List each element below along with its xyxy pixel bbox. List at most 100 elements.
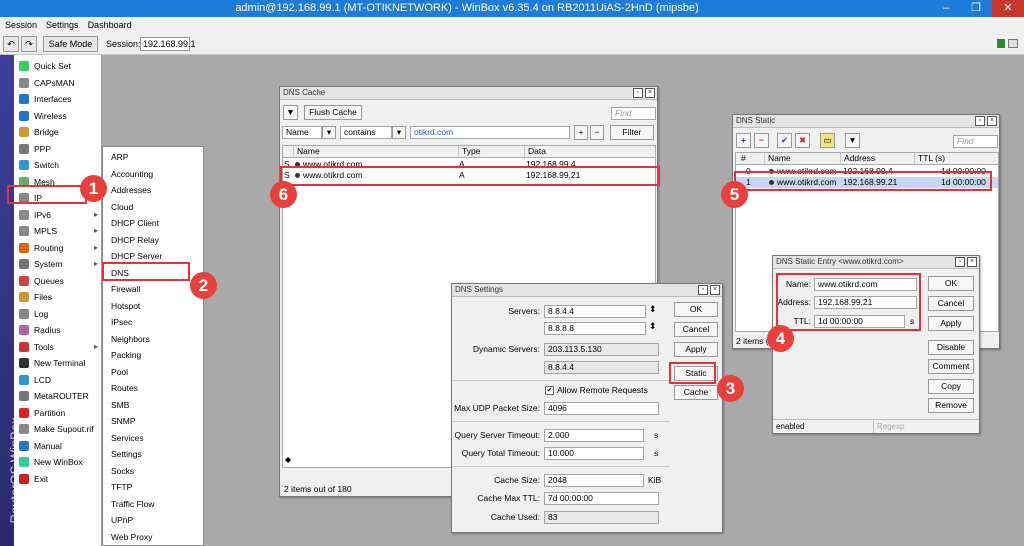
sidebar-item-switch[interactable]: Switch xyxy=(16,157,100,173)
submenu-item-socks[interactable]: Socks xyxy=(103,463,203,479)
submenu-item-settings[interactable]: Settings xyxy=(103,446,203,462)
cache-size-input[interactable]: 2048 xyxy=(544,474,644,487)
maximize-icon[interactable]: ❐ xyxy=(962,0,990,17)
disable-icon[interactable]: ✖ xyxy=(795,133,810,148)
submenu-item-smb[interactable]: SMB xyxy=(103,397,203,413)
sidebar-item-routing[interactable]: Routing ▸ xyxy=(16,240,100,256)
sidebar-item-exit[interactable]: Exit xyxy=(16,471,100,487)
flush-cache-button[interactable]: Flush Cache xyxy=(304,105,362,120)
close-icon[interactable]: ✕ xyxy=(992,0,1024,17)
comment-icon[interactable]: ▭ xyxy=(820,133,835,148)
add-filter-icon[interactable]: + xyxy=(574,125,588,140)
submenu-item-ipsec[interactable]: IPsec xyxy=(103,314,203,330)
sidebar-item-ppp[interactable]: PPP xyxy=(16,141,100,157)
udp-size-input[interactable]: 4096 xyxy=(544,402,659,415)
close-icon[interactable]: × xyxy=(645,88,655,98)
col-name[interactable]: Name xyxy=(293,146,458,157)
sidebar-item-mpls[interactable]: MPLS ▸ xyxy=(16,223,100,239)
allow-remote-checkbox[interactable]: ✔ xyxy=(545,386,554,395)
sidebar-item-files[interactable]: Files xyxy=(16,289,100,305)
submenu-item-accounting[interactable]: Accounting xyxy=(103,166,203,182)
sidebar-item-radius[interactable]: Radius xyxy=(16,322,100,338)
session-field[interactable]: 192.168.99.1 xyxy=(140,37,196,51)
enable-icon[interactable]: ✔ xyxy=(777,133,792,148)
submenu-item-addresses[interactable]: Addresses xyxy=(103,182,203,198)
sidebar-item-bridge[interactable]: Bridge xyxy=(16,124,100,140)
col-data[interactable]: Data xyxy=(524,146,654,157)
col-type[interactable]: Type xyxy=(458,146,524,157)
undo-icon[interactable]: ↶ xyxy=(3,36,19,52)
close-icon[interactable]: × xyxy=(710,285,720,295)
sidebar-item-tools[interactable]: Tools ▸ xyxy=(16,339,100,355)
sidebar-item-log[interactable]: Log xyxy=(16,306,100,322)
sidebar-item-ipv6[interactable]: IPv6 ▸ xyxy=(16,207,100,223)
col-ttl[interactable]: TTL (s) xyxy=(914,153,998,164)
filter-icon[interactable]: ▼ xyxy=(283,105,298,120)
restore-icon[interactable]: ▫ xyxy=(975,116,985,126)
submenu-item-packing[interactable]: Packing xyxy=(103,347,203,363)
remove-button[interactable]: Remove xyxy=(928,398,974,413)
cache-max-ttl-input[interactable]: 7d 00:00:00 xyxy=(544,492,659,505)
submenu-item-pool[interactable]: Pool xyxy=(103,364,203,380)
submenu-item-traffic-flow[interactable]: Traffic Flow xyxy=(103,496,203,512)
remove-icon[interactable]: − xyxy=(754,133,769,148)
submenu-item-snmp[interactable]: SNMP xyxy=(103,413,203,429)
cancel-button[interactable]: Cancel xyxy=(928,296,974,311)
submenu-item-hotspot[interactable]: Hotspot xyxy=(103,298,203,314)
ok-button[interactable]: OK xyxy=(928,276,974,291)
filter-operator-select[interactable]: contains xyxy=(340,126,392,139)
add-icon[interactable]: + xyxy=(736,133,751,148)
redo-icon[interactable]: ↷ xyxy=(21,36,37,52)
close-icon[interactable]: × xyxy=(967,257,977,267)
sidebar-item-queues[interactable]: Queues xyxy=(16,273,100,289)
submenu-item-upnp[interactable]: UPnP xyxy=(103,512,203,528)
submenu-item-routes[interactable]: Routes xyxy=(103,380,203,396)
submenu-item-arp[interactable]: ARP xyxy=(103,149,203,165)
dropdown-icon[interactable]: ▾ xyxy=(392,126,406,139)
sidebar-item-new-terminal[interactable]: New Terminal xyxy=(16,355,100,371)
filter-field-select[interactable]: Name xyxy=(282,126,322,139)
cache-button[interactable]: Cache xyxy=(674,385,718,400)
updown-icon[interactable]: ⬍ xyxy=(649,321,657,332)
sidebar-item-capsman[interactable]: CAPsMAN xyxy=(16,75,100,91)
submenu-item-firewall[interactable]: Firewall xyxy=(103,281,203,297)
scroll-left-icon[interactable]: ◆ xyxy=(285,455,291,464)
sidebar-item-interfaces[interactable]: Interfaces xyxy=(16,91,100,107)
restore-icon[interactable]: ▫ xyxy=(633,88,643,98)
menu-session[interactable]: Session xyxy=(0,17,41,30)
sidebar-item-quick-set[interactable]: Quick Set xyxy=(16,58,100,74)
apply-button[interactable]: Apply xyxy=(928,316,974,331)
safe-mode-button[interactable]: Safe Mode xyxy=(43,36,98,52)
sidebar-item-lcd[interactable]: LCD xyxy=(16,372,100,388)
find-field[interactable]: Find xyxy=(611,107,656,120)
submenu-item-services[interactable]: Services xyxy=(103,430,203,446)
server-1-input[interactable]: 8.8.4.4 xyxy=(544,305,646,318)
submenu-item-web-proxy[interactable]: Web Proxy xyxy=(103,529,203,545)
updown-icon[interactable]: ⬍ xyxy=(649,304,657,315)
submenu-item-dhcp-client[interactable]: DHCP Client xyxy=(103,215,203,231)
submenu-item-tftp[interactable]: TFTP xyxy=(103,479,203,495)
find-field[interactable]: Find xyxy=(953,135,998,148)
col-address[interactable]: Address xyxy=(840,153,914,164)
menu-dashboard[interactable]: Dashboard xyxy=(83,17,136,30)
submenu-item-dhcp-relay[interactable]: DHCP Relay xyxy=(103,232,203,248)
submenu-item-cloud[interactable]: Cloud xyxy=(103,199,203,215)
sidebar-item-wireless[interactable]: Wireless xyxy=(16,108,100,124)
sidebar-item-system[interactable]: System ▸ xyxy=(16,256,100,272)
comment-button[interactable]: Comment xyxy=(928,359,974,374)
cancel-button[interactable]: Cancel xyxy=(674,322,718,337)
server-2-input[interactable]: 8.8.8.8 xyxy=(544,322,646,335)
window-list-icon[interactable] xyxy=(1008,39,1018,48)
sidebar-item-partition[interactable]: Partition xyxy=(16,405,100,421)
close-icon[interactable]: × xyxy=(987,116,997,126)
apply-button[interactable]: Apply xyxy=(674,342,718,357)
col-number[interactable]: # xyxy=(738,153,764,164)
dropdown-icon[interactable]: ▾ xyxy=(322,126,336,139)
remove-filter-icon[interactable]: − xyxy=(590,125,604,140)
col-name[interactable]: Name xyxy=(764,153,840,164)
restore-icon[interactable]: ▫ xyxy=(955,257,965,267)
disable-button[interactable]: Disable xyxy=(928,340,974,355)
sidebar-item-manual[interactable]: Manual xyxy=(16,438,100,454)
sidebar-item-metarouter[interactable]: MetaROUTER xyxy=(16,388,100,404)
sidebar-item-make-supout-rif[interactable]: Make Supout.rif xyxy=(16,421,100,437)
